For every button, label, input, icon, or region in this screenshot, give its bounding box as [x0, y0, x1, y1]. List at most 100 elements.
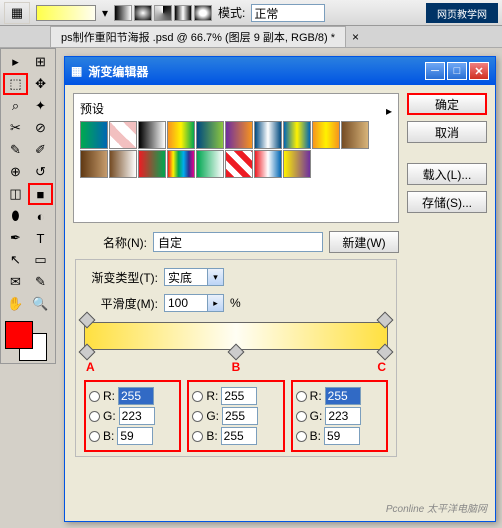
blur-tool[interactable]: ⬮	[3, 205, 28, 227]
foreground-color[interactable]	[5, 321, 33, 349]
radio-g[interactable]	[89, 411, 100, 422]
smooth-label: 平滑度(M):	[88, 295, 158, 312]
g-input[interactable]	[119, 407, 155, 425]
g-input[interactable]	[222, 407, 258, 425]
tool-handle-icon[interactable]: ⊞	[28, 51, 53, 73]
dialog-buttons: 确定 取消 载入(L)... 存储(S)...	[407, 93, 487, 459]
mode-dropdown[interactable]: 正常	[251, 4, 325, 22]
linear-gradient-icon[interactable]	[114, 5, 132, 21]
type-value[interactable]	[164, 268, 208, 286]
document-tabbar: ps制作重阳节海报 .psd @ 66.7% (图层 9 副本, RGB/8) …	[0, 26, 502, 48]
preset-swatch[interactable]	[196, 121, 224, 149]
smooth-combo[interactable]: ▸	[164, 294, 224, 312]
preset-swatch[interactable]	[138, 121, 166, 149]
cancel-button[interactable]: 取消	[407, 121, 487, 143]
preset-swatch[interactable]	[167, 150, 195, 178]
combo-arrow-icon[interactable]: ▾	[208, 268, 224, 286]
preset-swatch[interactable]	[254, 121, 282, 149]
b-input[interactable]	[221, 427, 257, 445]
preset-swatch[interactable]	[138, 150, 166, 178]
preset-swatch[interactable]	[283, 150, 311, 178]
dialog-titlebar[interactable]: ▦ 渐变编辑器 ─ □ ✕	[65, 57, 495, 85]
healing-tool[interactable]: ✎	[3, 139, 28, 161]
preset-swatch[interactable]	[312, 121, 340, 149]
wand-tool[interactable]: ✦	[28, 95, 53, 117]
pen-tool[interactable]: ✒	[3, 227, 28, 249]
marquee-tool[interactable]: ⬚	[3, 73, 28, 95]
maximize-button[interactable]: □	[447, 62, 467, 80]
preset-swatch[interactable]	[109, 121, 137, 149]
tool-ps-icon[interactable]: ▸	[3, 51, 28, 73]
r-input[interactable]	[325, 387, 361, 405]
crop-tool[interactable]: ✂	[3, 117, 28, 139]
preset-swatches	[80, 121, 392, 178]
radio-g[interactable]	[296, 411, 307, 422]
history-brush-tool[interactable]: ↺	[28, 161, 53, 183]
radio-r[interactable]	[192, 391, 203, 402]
document-tab[interactable]: ps制作重阳节海报 .psd @ 66.7% (图层 9 副本, RGB/8) …	[50, 26, 346, 47]
minimize-button[interactable]: ─	[425, 62, 445, 80]
combo-arrow-icon[interactable]: ▸	[208, 294, 224, 312]
preset-swatch[interactable]	[283, 121, 311, 149]
preset-swatch[interactable]	[80, 150, 108, 178]
tab-close-icon[interactable]: ×	[352, 30, 359, 44]
new-button[interactable]: 新建(W)	[329, 231, 399, 253]
load-button[interactable]: 载入(L)...	[407, 163, 487, 185]
preset-swatch[interactable]	[167, 121, 195, 149]
dodge-tool[interactable]: ◐	[28, 205, 53, 227]
preset-swatch[interactable]	[225, 150, 253, 178]
radio-r[interactable]	[296, 391, 307, 402]
diamond-gradient-icon[interactable]	[194, 5, 212, 21]
close-button[interactable]: ✕	[469, 62, 489, 80]
preset-swatch[interactable]	[109, 150, 137, 178]
color-swatch-group	[3, 319, 53, 361]
move-tool[interactable]: ✥	[28, 73, 53, 95]
rgb-col-a: R: G: B:	[84, 380, 181, 452]
preset-swatch[interactable]	[225, 121, 253, 149]
radio-b[interactable]	[296, 431, 307, 442]
eraser-tool[interactable]: ◫	[3, 183, 28, 205]
notes-tool[interactable]: ✉	[3, 271, 28, 293]
stamp-tool[interactable]: ⊕	[3, 161, 28, 183]
preset-swatch[interactable]	[341, 121, 369, 149]
preset-label: 预设	[80, 100, 104, 117]
angle-gradient-icon[interactable]	[154, 5, 172, 21]
path-tool[interactable]: ↖	[3, 249, 28, 271]
gradient-bar[interactable]	[84, 322, 388, 350]
mode-label: 模式:	[218, 4, 245, 21]
smooth-value[interactable]	[164, 294, 208, 312]
r-input[interactable]	[221, 387, 257, 405]
name-input[interactable]	[153, 232, 323, 252]
lasso-tool[interactable]: ⌕	[3, 95, 28, 117]
g-input[interactable]	[325, 407, 361, 425]
preset-swatch[interactable]	[80, 121, 108, 149]
preset-swatch[interactable]	[196, 150, 224, 178]
brush-tool[interactable]: ✐	[28, 139, 53, 161]
ok-button[interactable]: 确定	[407, 93, 487, 115]
b-input[interactable]	[324, 427, 360, 445]
reflected-gradient-icon[interactable]	[174, 5, 192, 21]
eyedropper-tool[interactable]: ✎	[28, 271, 53, 293]
radio-r[interactable]	[89, 391, 100, 402]
shape-tool[interactable]: ▭	[28, 249, 53, 271]
preset-menu-icon[interactable]: ▸	[386, 104, 392, 118]
rgb-col-c: R: G: B:	[291, 380, 388, 452]
type-tool[interactable]: T	[28, 227, 53, 249]
zoom-tool[interactable]: 🔍	[28, 293, 53, 315]
radio-b[interactable]	[192, 431, 203, 442]
gradient-settings: 渐变类型(T): ▾ 平滑度(M): ▸ %	[75, 259, 397, 457]
radio-g[interactable]	[192, 411, 203, 422]
save-button[interactable]: 存储(S)...	[407, 191, 487, 213]
preset-swatch[interactable]	[254, 150, 282, 178]
dropdown-arrow[interactable]: ▾	[102, 6, 108, 20]
slice-tool[interactable]: ⊘	[28, 117, 53, 139]
gradient-sample[interactable]	[36, 5, 96, 21]
radio-b[interactable]	[89, 431, 100, 442]
watermark-badge: 网页教学网	[426, 3, 498, 23]
r-input[interactable]	[118, 387, 154, 405]
gradient-tool[interactable]: ■	[28, 183, 53, 205]
type-combo[interactable]: ▾	[164, 268, 224, 286]
hand-tool[interactable]: ✋	[3, 293, 28, 315]
b-input[interactable]	[117, 427, 153, 445]
radial-gradient-icon[interactable]	[134, 5, 152, 21]
